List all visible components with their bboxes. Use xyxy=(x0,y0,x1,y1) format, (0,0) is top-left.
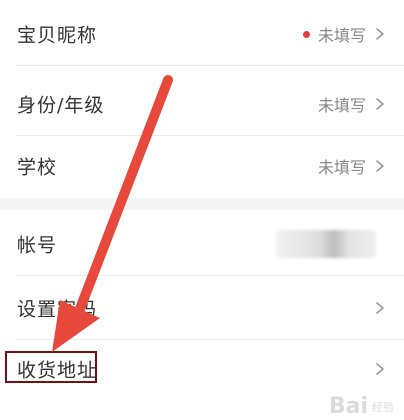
profile-settings-screen: 宝贝昵称 未填写 身份/年级 未填写 学校 未填写 帐号 设置密码 收货地址 B… xyxy=(0,0,404,420)
chevron-right-icon xyxy=(376,363,384,375)
row-value: 未填写 xyxy=(317,96,366,115)
row-right xyxy=(374,362,386,376)
chevron-right-icon xyxy=(376,160,384,172)
highlight-box xyxy=(5,351,97,383)
row-right: 未填写 xyxy=(302,22,386,46)
row-right: 未填写 xyxy=(318,92,386,116)
row-right xyxy=(374,301,386,315)
row-label: 帐号 xyxy=(17,234,58,257)
row-label: 学校 xyxy=(17,156,58,179)
row-right: 未填写 xyxy=(318,154,386,178)
row-value: 未填写 xyxy=(317,26,366,45)
chevron-right-icon xyxy=(376,302,384,314)
blurred-account-value xyxy=(276,230,376,258)
row-baby-nickname[interactable]: 宝贝昵称 未填写 xyxy=(0,2,404,66)
account-group: 帐号 设置密码 收货地址 xyxy=(0,210,404,420)
row-identity-grade[interactable]: 身份/年级 未填写 xyxy=(0,72,404,136)
chevron-right-icon xyxy=(376,98,384,110)
profile-info-group: 宝贝昵称 未填写 身份/年级 未填写 学校 未填写 xyxy=(0,0,404,198)
row-label: 身份/年级 xyxy=(17,94,105,117)
chevron-right-icon xyxy=(376,28,384,40)
row-divider xyxy=(16,65,404,66)
row-label: 设置密码 xyxy=(17,298,98,321)
row-school[interactable]: 学校 未填写 xyxy=(0,134,404,198)
row-account[interactable]: 帐号 xyxy=(0,212,404,276)
row-label: 宝贝昵称 xyxy=(17,24,98,47)
red-dot-icon xyxy=(302,30,310,38)
row-set-password[interactable]: 设置密码 xyxy=(0,276,404,340)
row-value: 未填写 xyxy=(317,158,366,177)
